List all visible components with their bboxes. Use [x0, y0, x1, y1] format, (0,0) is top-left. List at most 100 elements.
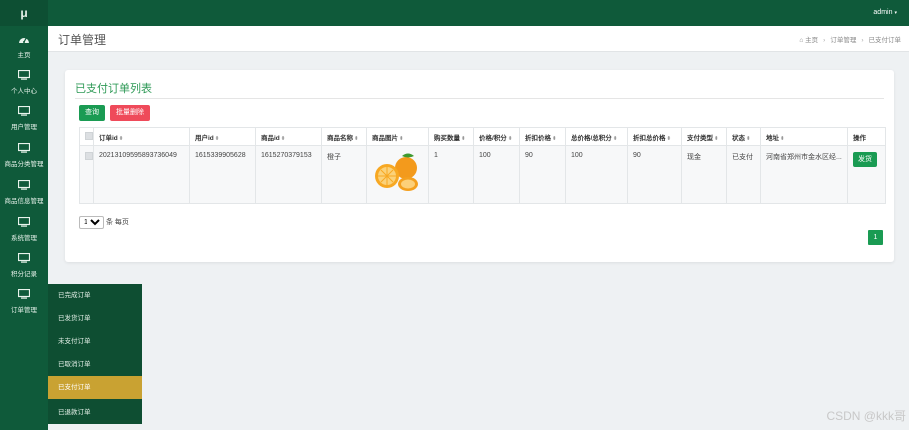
cell-discount-total: 90	[627, 145, 682, 204]
orange-image	[375, 153, 418, 191]
ship-button[interactable]: 发货	[853, 152, 877, 167]
home-icon: ⌂	[799, 37, 804, 44]
page-size-label: 条 每页	[105, 219, 129, 226]
sidebar-item-home[interactable]: 主页	[0, 30, 48, 66]
sort-icon: ⬍	[399, 135, 404, 142]
cell-discount-price: 90	[519, 145, 566, 204]
orders-card: 已支付订单列表 查询 批量删除 订单id⬍ 用户id⬍ 商品id⬍ 商品名称⬍ …	[65, 70, 894, 262]
select-all-checkbox[interactable]	[79, 127, 94, 146]
sort-icon: ⬍	[354, 135, 359, 142]
submenu-item-unpaid[interactable]: 未支付订单	[48, 330, 142, 353]
column-header[interactable]: 用户id⬍	[189, 127, 256, 146]
column-header[interactable]: 状态⬍	[726, 127, 761, 146]
column-header[interactable]: 商品名称⬍	[321, 127, 367, 146]
cell-actions: 发货	[847, 145, 886, 204]
column-header[interactable]: 价格/积分⬍	[473, 127, 520, 146]
monitor-icon	[0, 217, 48, 231]
monitor-icon	[0, 253, 48, 267]
sidebar-item-label: 用户管理	[11, 124, 37, 131]
cell-address: 河南省郑州市金水区经...	[760, 145, 848, 204]
orders-submenu: 已完成订单 已发货订单 未支付订单 已取消订单 已支付订单 已退款订单	[48, 284, 142, 424]
cell-price: 100	[473, 145, 520, 204]
monitor-icon	[0, 70, 48, 84]
column-header[interactable]: 订单id⬍	[93, 127, 190, 146]
monitor-icon	[0, 289, 48, 303]
monitor-icon	[0, 106, 48, 120]
query-button[interactable]: 查询	[79, 105, 105, 121]
table-row: 20213109595893736049 1615339905628 16152…	[79, 145, 886, 204]
sidebar-item-system[interactable]: 系统管理	[0, 213, 48, 249]
column-header[interactable]: 商品图片⬍	[366, 127, 429, 146]
sort-icon: ⬍	[118, 135, 124, 142]
column-header[interactable]: 折扣总价格⬍	[627, 127, 682, 146]
submenu-item-paid[interactable]: 已支付订单	[48, 376, 142, 399]
cell-product-id: 1615270379153	[255, 145, 322, 204]
watermark: CSDN @kkk哥	[826, 409, 906, 423]
table-header-row: 订单id⬍ 用户id⬍ 商品id⬍ 商品名称⬍ 商品图片⬍ 购买数量⬍ 价格/积…	[79, 127, 886, 146]
breadcrumb-parent[interactable]: 订单管理	[830, 37, 856, 44]
sidebar-item-users[interactable]: 用户管理	[0, 102, 48, 138]
sort-icon: ⬍	[461, 135, 466, 142]
column-header: 操作	[847, 127, 886, 146]
caret-down-icon: ▾	[894, 10, 897, 16]
sidebar-item-profile[interactable]: 个人中心	[0, 66, 48, 102]
cell-order-id: 20213109595893736049	[93, 145, 190, 204]
sidebar-item-label: 商品分类管理	[4, 161, 44, 168]
sort-icon: ⬍	[746, 135, 751, 142]
pagination-page[interactable]: 1	[868, 230, 883, 245]
monitor-icon	[0, 143, 48, 157]
sidebar-item-orders[interactable]: 订单管理	[0, 285, 48, 321]
sort-icon: ⬍	[507, 135, 513, 142]
monitor-icon	[0, 180, 48, 194]
batch-delete-button[interactable]: 批量删除	[110, 105, 150, 121]
sort-icon: ⬍	[666, 135, 672, 142]
page-size-control: 10 条 每页	[79, 216, 129, 229]
sort-icon: ⬍	[714, 135, 719, 142]
sidebar-item-label: 商品信息管理	[4, 198, 44, 205]
sort-icon: ⬍	[552, 135, 557, 142]
column-header[interactable]: 折扣价格⬍	[519, 127, 566, 146]
sidebar-item-categories[interactable]: 商品分类管理	[0, 139, 48, 175]
breadcrumb-current: 已支付订单	[868, 37, 902, 44]
column-header[interactable]: 地址⬍	[760, 127, 848, 146]
dashboard-icon	[0, 34, 48, 48]
sidebar-item-label: 订单管理	[11, 307, 37, 314]
sidebar-item-label: 系统管理	[11, 235, 37, 242]
card-title: 已支付订单列表	[75, 83, 152, 95]
page-title: 订单管理	[58, 33, 107, 47]
sidebar-item-points[interactable]: 积分记录	[0, 249, 48, 285]
cell-pay-type: 现金	[681, 145, 727, 204]
cell-quantity: 1	[428, 145, 474, 204]
submenu-item-refunded[interactable]: 已退款订单	[48, 401, 142, 424]
user-name: admin	[873, 9, 893, 16]
column-header[interactable]: 支付类型⬍	[681, 127, 727, 146]
cell-user-id: 1615339905628	[189, 145, 256, 204]
submenu-item-cancelled[interactable]: 已取消订单	[48, 353, 142, 376]
top-bar: μ admin ▾	[0, 0, 909, 26]
breadcrumb-home[interactable]: 主页	[805, 37, 818, 44]
submenu-item-shipped[interactable]: 已发货订单	[48, 307, 142, 330]
page-size-select[interactable]: 10	[79, 216, 104, 229]
sidebar-item-label: 主页	[17, 52, 31, 59]
submenu-item-completed[interactable]: 已完成订单	[48, 284, 142, 307]
column-header[interactable]: 商品id⬍	[255, 127, 322, 146]
cell-product-name: 橙子	[321, 145, 367, 204]
row-checkbox[interactable]	[79, 145, 94, 204]
sidebar: 主页 个人中心 用户管理 商品分类管理 商品信息管理 系统管理 积分记录 订单管…	[0, 26, 48, 430]
sidebar-item-label: 积分记录	[11, 271, 37, 278]
divider	[75, 98, 884, 99]
sort-icon: ⬍	[214, 135, 220, 142]
sort-icon: ⬍	[612, 135, 618, 142]
cell-status: 已支付	[726, 145, 761, 204]
app-logo: μ	[0, 0, 48, 26]
sort-icon: ⬍	[780, 135, 785, 142]
breadcrumb: ⌂ 主页 › 订单管理 › 已支付订单	[799, 37, 902, 44]
orders-table: 订单id⬍ 用户id⬍ 商品id⬍ 商品名称⬍ 商品图片⬍ 购买数量⬍ 价格/积…	[79, 127, 886, 204]
user-menu[interactable]: admin ▾	[873, 0, 897, 26]
cell-total-price: 100	[565, 145, 628, 204]
sidebar-item-label: 个人中心	[11, 88, 37, 95]
sidebar-item-products[interactable]: 商品信息管理	[0, 176, 48, 212]
column-header[interactable]: 总价格/总积分⬍	[565, 127, 628, 146]
column-header[interactable]: 购买数量⬍	[428, 127, 474, 146]
page-header: 订单管理 ⌂ 主页 › 订单管理 › 已支付订单	[48, 26, 909, 52]
